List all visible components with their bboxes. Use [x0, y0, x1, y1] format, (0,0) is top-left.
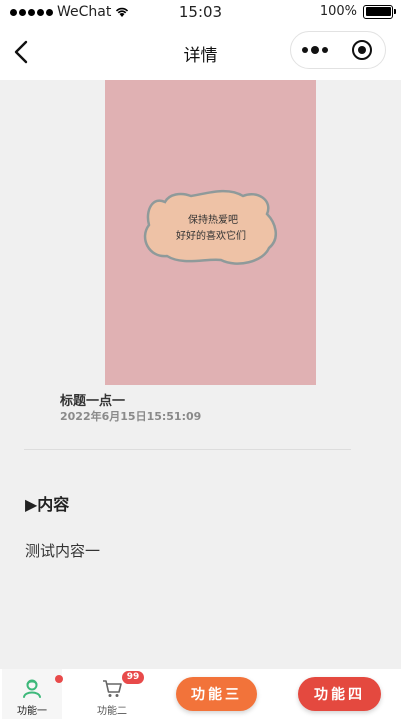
battery-icon: [363, 4, 396, 19]
content-heading[interactable]: ▶内容: [25, 491, 69, 515]
sticker-line-2: 好好的喜欢它们: [176, 229, 246, 242]
more-dots-icon: [301, 47, 308, 53]
post-timestamp: 2022年6月15日15:51:09: [60, 410, 202, 423]
mini-program-capsule: [290, 31, 386, 69]
close-ring-icon: [351, 40, 372, 60]
status-bar: WeChat 15:03 100%: [0, 0, 401, 24]
tab-function-two[interactable]: 99 功能二: [82, 669, 144, 719]
tab-label: 功能二: [97, 706, 127, 717]
sticker-illustration: 保持热爱吧 好好的喜欢它们: [143, 189, 277, 265]
more-button[interactable]: [291, 32, 338, 68]
status-right: 100%: [319, 4, 396, 19]
tab-function-one[interactable]: 功能一: [2, 669, 63, 719]
notification-dot: [55, 675, 63, 683]
sticker-line-1: 保持热爱吧: [188, 213, 238, 226]
tab-label: 功能一: [17, 706, 47, 717]
function-four-button[interactable]: 功能四: [298, 677, 381, 711]
battery-percent: 100%: [319, 4, 357, 19]
divider: [24, 449, 351, 450]
content-body: 测试内容一: [25, 542, 101, 560]
post-title: 标题一点一: [60, 394, 126, 409]
cart-icon: [103, 680, 122, 697]
person-icon: [23, 679, 41, 698]
nav-bar: 详情: [0, 24, 401, 80]
cart-badge: 99: [122, 671, 144, 684]
cover-image: 保持热爱吧 好好的喜欢它们: [105, 80, 316, 385]
function-three-button[interactable]: 功能三: [176, 677, 257, 711]
bottom-tab-bar: 功能一 99 功能二 功能三 功能四: [0, 669, 401, 719]
close-button[interactable]: [338, 32, 385, 68]
